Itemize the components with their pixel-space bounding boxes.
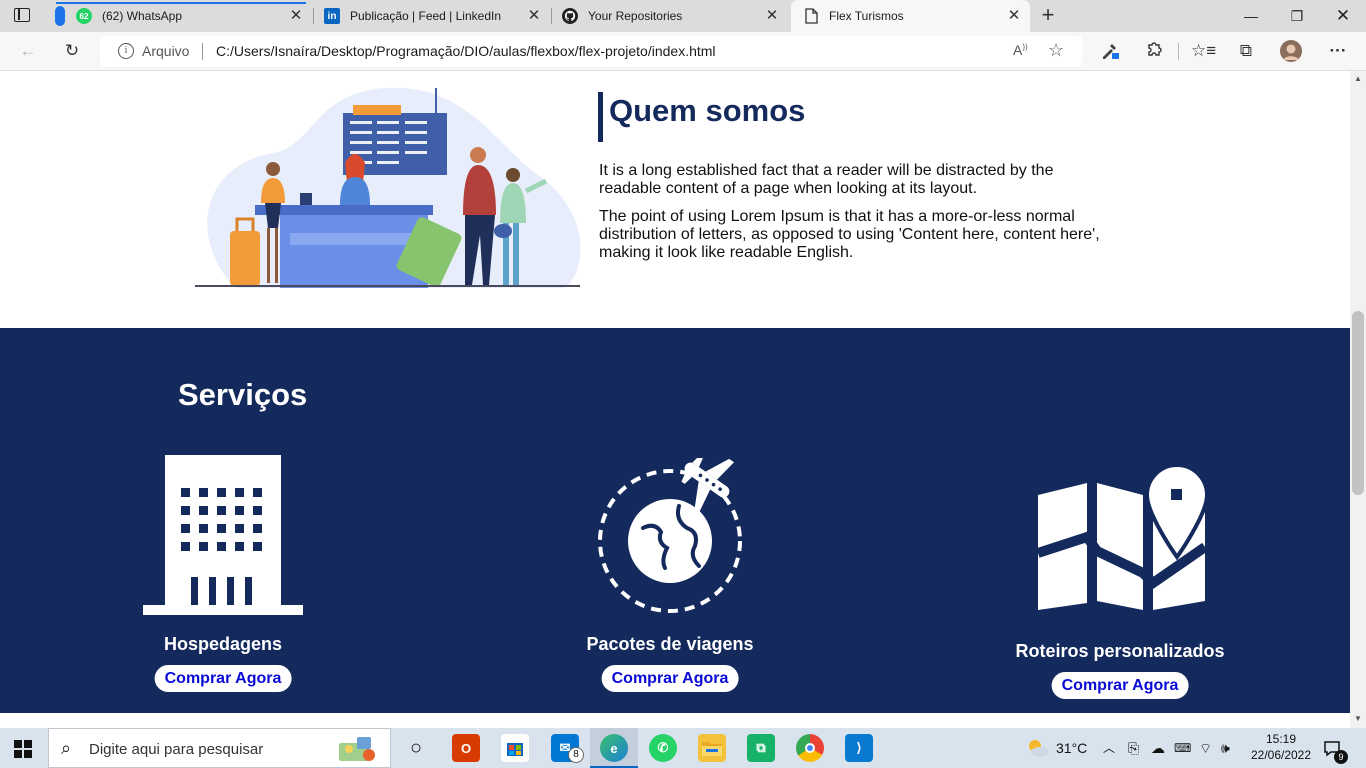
tab-group-indicator	[55, 6, 65, 26]
close-tab-icon[interactable]: ✕	[288, 8, 304, 24]
edge-icon[interactable]: e	[600, 734, 628, 762]
url-text[interactable]: C:/Users/Isnaíra/Desktop/Programação/DIO…	[216, 43, 716, 59]
tab-title: (62) WhatsApp	[102, 9, 183, 23]
task-view-icon[interactable]: ○	[402, 734, 430, 762]
restore-button[interactable]: ❐	[1274, 0, 1320, 32]
wifi-icon[interactable]: ⌔	[1199, 728, 1212, 768]
weather-temperature[interactable]: 31°C	[1056, 728, 1087, 768]
buy-now-button[interactable]: Comprar Agora	[601, 665, 739, 692]
whatsapp-icon[interactable]: ✆	[649, 734, 677, 762]
services-title: Serviços	[178, 377, 308, 412]
tray-overflow-icon[interactable]: ︿	[1103, 728, 1115, 768]
store-icon[interactable]	[501, 734, 529, 762]
weather-icon[interactable]	[1024, 734, 1052, 762]
page-scrollbar[interactable]: ▲ ▼	[1350, 71, 1366, 728]
tab-title: Your Repositories	[588, 9, 683, 23]
service-card-pacotes: Pacotes de viagens Comprar Agora	[570, 458, 770, 713]
add-favorite-icon[interactable]: ☆	[1048, 40, 1064, 61]
page-viewport: Quem somos It is a long established fact…	[0, 71, 1350, 713]
clock-time: 15:19	[1265, 732, 1297, 746]
scrollbar-thumb[interactable]	[1352, 311, 1364, 495]
tab-title: Publicação | Feed | LinkedIn	[350, 9, 501, 23]
tab-separator	[313, 8, 314, 24]
tab-linkedin[interactable]: in Publicação | Feed | LinkedIn ✕	[324, 0, 550, 32]
extension-dropper-icon[interactable]	[1099, 40, 1121, 62]
linkedin-icon: in	[324, 8, 340, 24]
windows-start-icon[interactable]	[14, 740, 32, 758]
browser-toolbar: ← ↻ i Arquivo C:/Users/Isnaíra/Desktop/P…	[0, 32, 1366, 71]
github-icon	[562, 8, 578, 24]
whatsapp-icon: 62	[76, 8, 92, 24]
meet-now-icon[interactable]: ⎘	[1128, 728, 1139, 768]
chrome-icon[interactable]	[796, 734, 824, 762]
office-icon[interactable]: O	[452, 734, 480, 762]
scheme-label: Arquivo	[142, 43, 190, 59]
service-name: Roteiros personalizados	[1015, 641, 1225, 661]
windows-taskbar: ⌕ Digite aqui para pesquisar ○ O ✉ 8 e ✆…	[0, 728, 1366, 768]
service-card-hospedagens: Hospedagens Comprar Agora	[123, 455, 323, 713]
green-app-icon[interactable]: ⧉	[747, 734, 775, 762]
search-placeholder: Digite aqui para pesquisar	[89, 741, 264, 758]
travel-illustration	[195, 87, 581, 288]
globe-airplane-icon	[598, 458, 742, 613]
extensions-icon[interactable]	[1143, 40, 1165, 62]
taskbar-search[interactable]: ⌕ Digite aqui para pesquisar	[48, 728, 391, 768]
vscode-icon[interactable]: ⟩	[845, 734, 873, 762]
services-section: Serviços Hospedagens Comprar Agora Pacot…	[0, 328, 1350, 713]
address-divider	[202, 43, 203, 60]
tab-actions-icon[interactable]	[14, 8, 32, 24]
buy-now-button[interactable]: Comprar Agora	[154, 665, 292, 692]
about-paragraph: The point of using Lorem Ipsum is that i…	[599, 208, 1100, 261]
search-icon: ⌕	[61, 738, 72, 758]
about-title-accent	[598, 92, 603, 142]
close-tab-icon[interactable]: ✕	[526, 8, 542, 24]
file-explorer-icon[interactable]	[698, 734, 726, 762]
about-title: Quem somos	[609, 93, 806, 128]
browser-tab-strip: 62 (62) WhatsApp ✕ in Publicação | Feed …	[0, 0, 1366, 32]
info-icon[interactable]: i	[118, 43, 134, 59]
toolbar-divider	[1178, 43, 1179, 60]
tab-github[interactable]: Your Repositories ✕	[562, 0, 788, 32]
refresh-icon[interactable]: ↻	[61, 40, 83, 62]
address-bar[interactable]: i Arquivo C:/Users/Isnaíra/Desktop/Progr…	[100, 36, 1082, 67]
volume-icon[interactable]: 🕪	[1221, 728, 1230, 768]
tab-title: Flex Turismos	[829, 9, 904, 23]
collections-icon[interactable]: ⧉	[1235, 40, 1257, 62]
new-tab-button[interactable]: +	[1038, 4, 1058, 27]
close-tab-icon[interactable]: ✕	[764, 8, 780, 24]
search-highlight-icon	[339, 737, 375, 761]
service-card-roteiros: Roteiros personalizados Comprar Agora	[1000, 465, 1240, 713]
taskbar-clock[interactable]: 15:19 22/06/2022	[1246, 731, 1316, 763]
buy-now-button[interactable]: Comprar Agora	[1051, 672, 1189, 699]
back-icon[interactable]: ←	[17, 40, 39, 62]
scroll-down-icon[interactable]: ▼	[1353, 714, 1363, 723]
service-name: Pacotes de viagens	[586, 634, 754, 654]
service-name: Hospedagens	[163, 634, 283, 654]
input-method-icon[interactable]: ⌨	[1174, 728, 1191, 768]
more-menu-icon[interactable]: ···	[1327, 40, 1349, 62]
clock-date: 22/06/2022	[1250, 748, 1312, 762]
tab-flex-turismos[interactable]: Flex Turismos ✕	[791, 0, 1030, 32]
minimize-button[interactable]: —	[1228, 0, 1274, 32]
close-window-button[interactable]: ✕	[1320, 0, 1366, 32]
read-aloud-icon[interactable]: A))	[1013, 42, 1028, 58]
tab-whatsapp[interactable]: 62 (62) WhatsApp ✕	[76, 0, 312, 32]
close-tab-icon[interactable]: ✕	[1006, 8, 1022, 24]
page-icon	[803, 8, 819, 24]
about-paragraph: It is a long established fact that a rea…	[599, 162, 1054, 197]
about-section: Quem somos It is a long established fact…	[0, 71, 1350, 328]
onedrive-icon[interactable]: ☁	[1151, 728, 1165, 768]
hotel-building-icon	[143, 455, 303, 615]
tab-separator	[551, 8, 552, 24]
profile-avatar[interactable]	[1280, 40, 1302, 62]
map-pin-icon	[1036, 465, 1210, 610]
scroll-up-icon[interactable]: ▲	[1353, 74, 1363, 83]
notification-badge: 9	[1334, 750, 1348, 764]
mail-badge: 8	[568, 747, 584, 763]
favorites-icon[interactable]: ☆≡	[1191, 40, 1216, 62]
